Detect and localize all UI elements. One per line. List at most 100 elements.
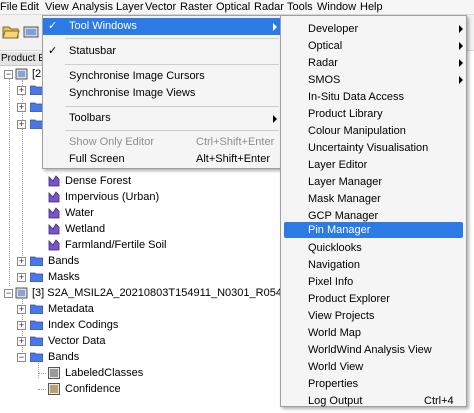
menu-item-insitu[interactable]: In-Situ Data Access (284, 89, 463, 105)
expand-icon[interactable]: + (17, 273, 26, 282)
menu-item-label: Mask Manager (308, 193, 381, 205)
expand-icon[interactable]: + (17, 120, 26, 129)
menu-item-label: Product Library (308, 108, 383, 120)
menu-view[interactable]: View (45, 1, 69, 14)
expand-icon[interactable]: + (17, 305, 26, 314)
collapse-icon[interactable]: − (17, 353, 26, 362)
product-toolbar-icon[interactable] (22, 24, 40, 40)
tree-row-dense-forest[interactable]: Dense Forest (0, 173, 200, 189)
tree-row-vector-data[interactable]: + Vector Data (0, 333, 200, 349)
menu-window[interactable]: Window (317, 1, 356, 14)
menu-item-statusbar[interactable]: ✓ Statusbar (43, 43, 281, 60)
menu-item-radar[interactable]: Radar (284, 55, 463, 71)
submenu-arrow-icon (459, 25, 463, 33)
menu-item-navigation[interactable]: Navigation (284, 257, 463, 273)
menu-help[interactable]: Help (360, 1, 383, 14)
menu-item-optical[interactable]: Optical (284, 38, 463, 54)
menu-item-label: Developer (308, 23, 359, 35)
menu-item-shortcut: Alt+Shift+Enter (196, 153, 270, 165)
menu-item-label: View Projects (308, 310, 375, 322)
menu-item-layer-manager[interactable]: Layer Manager (284, 174, 463, 190)
tree-row-confidence[interactable]: Confidence (0, 381, 200, 397)
menu-separator (65, 130, 279, 131)
tree-label: Confidence (65, 383, 121, 395)
tree-row-wetland[interactable]: Wetland (0, 221, 200, 237)
menu-item-smos[interactable]: SMOS (284, 72, 463, 88)
menu-analysis[interactable]: Analysis (72, 1, 113, 14)
tree-label: Masks (48, 271, 80, 283)
collapse-icon[interactable]: − (4, 70, 13, 79)
menu-file[interactable]: File (0, 1, 18, 14)
expand-icon[interactable]: + (17, 257, 26, 266)
menu-item-view-projects[interactable]: View Projects (284, 308, 463, 324)
menu-item-uncertainty[interactable]: Uncertainty Visualisation (284, 140, 463, 156)
tree-row-index-codings[interactable]: + Index Codings (0, 317, 200, 333)
tree-row-bands[interactable]: + Bands (0, 253, 200, 269)
menu-edit[interactable]: Edit (20, 1, 39, 14)
menu-item-label: Radar (308, 57, 338, 69)
menu-item-quicklooks[interactable]: Quicklooks (284, 240, 463, 256)
menu-item-label: Show Only Editor (69, 136, 154, 148)
menu-item-full-screen[interactable]: Full Screen Alt+Shift+Enter (43, 151, 281, 168)
menu-item-tool-windows[interactable]: ✓ Tool Windows (43, 18, 281, 35)
tree-row-impervious[interactable]: Impervious (Urban) (0, 189, 200, 205)
menu-radar[interactable]: Radar (254, 1, 284, 14)
menu-item-developer[interactable]: Developer (284, 21, 463, 37)
expand-icon[interactable]: + (17, 337, 26, 346)
tree-row-metadata[interactable]: + Metadata (0, 301, 200, 317)
check-icon: ✓ (48, 45, 58, 57)
menu-item-properties[interactable]: Properties (284, 376, 463, 392)
expand-icon[interactable]: + (17, 321, 26, 330)
menu-item-label: SMOS (308, 74, 341, 86)
tree-row[interactable]: + (0, 116, 44, 132)
menu-item-pixel-info[interactable]: Pixel Info (284, 274, 463, 290)
menu-item-label: Statusbar (69, 45, 117, 57)
menu-item-log-output[interactable]: Log Output Ctrl+4 (284, 393, 463, 409)
submenu-arrow-icon (459, 76, 463, 84)
menu-item-label: Full Screen (69, 153, 125, 165)
tree-row-bands-2[interactable]: − Bands (0, 349, 200, 365)
menu-item-label: World View (308, 361, 364, 373)
menu-separator (65, 64, 279, 65)
menu-separator (65, 106, 279, 107)
menu-item-shortcut: Ctrl+Shift+Enter (196, 136, 275, 148)
menu-item-label: Toolbars (69, 112, 111, 124)
menu-raster[interactable]: Raster (180, 1, 212, 14)
menu-item-label: Pin Manager (308, 224, 371, 236)
menu-item-sync-views[interactable]: Synchronise Image Views (43, 85, 281, 102)
menu-item-world-view[interactable]: World View (284, 359, 463, 375)
tree-row-labeled-classes[interactable]: LabeledClasses (0, 365, 200, 381)
menu-vector[interactable]: Vector (145, 1, 176, 14)
menu-item-mask-manager[interactable]: Mask Manager (284, 191, 463, 207)
menu-item-label: Synchronise Image Cursors (69, 70, 205, 82)
band-class-icon (48, 223, 60, 235)
menu-item-product-explorer[interactable]: Product Explorer (284, 291, 463, 307)
menu-layer[interactable]: Layer (116, 1, 144, 14)
submenu-arrow-icon (273, 115, 277, 123)
product-icon (15, 68, 28, 80)
menu-item-worldwind-analysis[interactable]: WorldWind Analysis View (284, 342, 463, 358)
collapse-icon[interactable]: − (4, 289, 13, 298)
menu-item-sync-cursors[interactable]: Synchronise Image Cursors (43, 68, 281, 85)
tree-row-product-3[interactable]: − [3] S2A_MSIL2A_20210803T154911_N0301_R… (0, 285, 341, 301)
menu-optical[interactable]: Optical (216, 1, 250, 14)
tree-guide (38, 389, 46, 390)
tree-row[interactable]: + (0, 99, 44, 115)
tree-row-masks[interactable]: + Masks (0, 269, 200, 285)
tree-row-water[interactable]: Water (0, 205, 200, 221)
menu-item-label: Synchronise Image Views (69, 87, 196, 99)
expand-icon[interactable]: + (17, 103, 26, 112)
tree-row[interactable]: + (0, 82, 44, 98)
menu-tools[interactable]: Tools (287, 1, 313, 14)
tree-row-farmland[interactable]: Farmland/Fertile Soil (0, 237, 200, 253)
menu-item-world-map[interactable]: World Map (284, 325, 463, 341)
menu-item-pin-manager[interactable]: Pin Manager (284, 222, 463, 238)
open-folder-icon[interactable] (2, 24, 20, 40)
expand-icon[interactable]: + (17, 86, 26, 95)
menu-item-colour-manipulation[interactable]: Colour Manipulation (284, 123, 463, 139)
menu-item-layer-editor[interactable]: Layer Editor (284, 157, 463, 173)
tree-label: Water (65, 207, 94, 219)
menu-item-toolbars[interactable]: Toolbars (43, 110, 281, 127)
menu-item-product-library[interactable]: Product Library (284, 106, 463, 122)
menu-item-show-only-editor[interactable]: Show Only Editor Ctrl+Shift+Enter (43, 134, 281, 151)
